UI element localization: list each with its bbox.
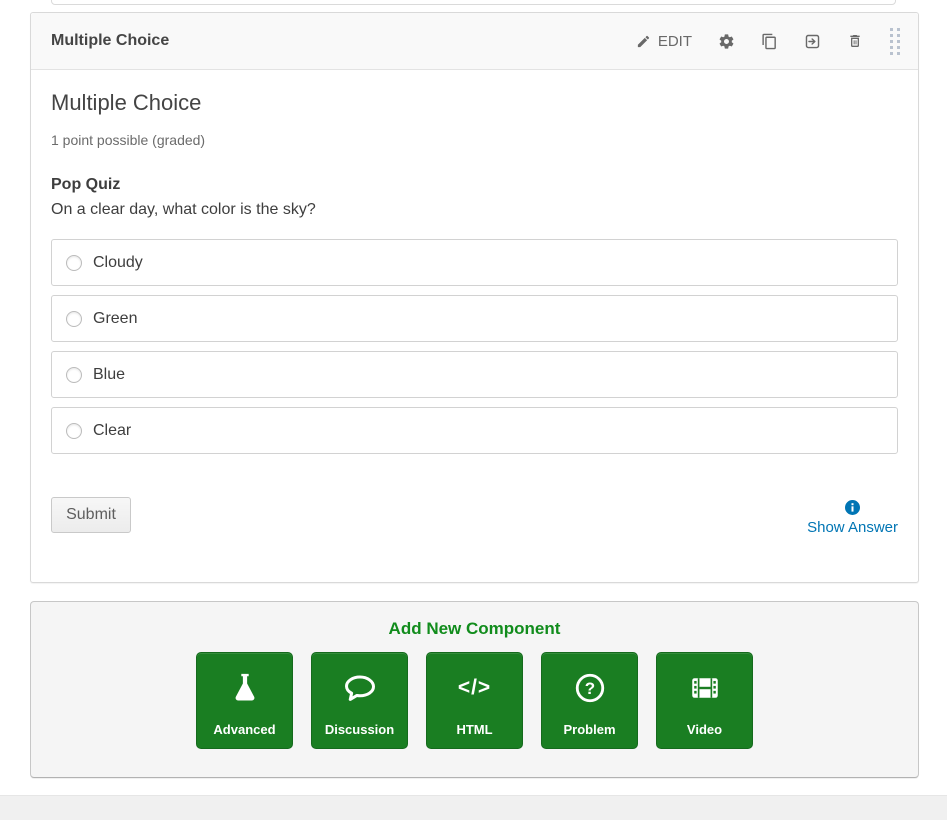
choice-list: Cloudy Green Blue Clear <box>51 239 898 454</box>
choice-option-blue[interactable]: Blue <box>51 351 898 398</box>
question-circle-icon: ? <box>542 653 637 722</box>
submit-row: Submit Show Answer <box>51 497 898 536</box>
add-component-title: Add New Component <box>31 619 918 639</box>
add-button-label: Problem <box>563 722 615 748</box>
edit-button[interactable]: EDIT <box>623 25 705 58</box>
duplicate-icon <box>761 33 778 50</box>
choice-label: Clear <box>93 422 131 440</box>
points-text: 1 point possible (graded) <box>51 131 898 149</box>
add-button-label: Advanced <box>213 722 275 748</box>
show-answer[interactable]: Show Answer <box>807 500 898 536</box>
choice-label: Blue <box>93 366 125 384</box>
add-component-buttons: Advanced Discussion </> HTML ? Problem V… <box>31 652 918 749</box>
move-button[interactable] <box>791 25 834 58</box>
component-title: Multiple Choice <box>51 32 623 50</box>
add-html-button[interactable]: </> HTML <box>426 652 523 749</box>
add-component-panel: Add New Component Advanced Discussion </… <box>30 601 919 778</box>
add-button-label: Discussion <box>325 722 394 748</box>
add-video-button[interactable]: Video <box>656 652 753 749</box>
add-button-label: HTML <box>456 722 492 748</box>
speech-bubble-icon <box>312 653 407 722</box>
add-discussion-button[interactable]: Discussion <box>311 652 408 749</box>
submit-button[interactable]: Submit <box>51 497 131 533</box>
previous-component-edge <box>51 0 896 5</box>
choice-label: Cloudy <box>93 254 143 272</box>
duplicate-button[interactable] <box>748 25 791 58</box>
add-advanced-button[interactable]: Advanced <box>196 652 293 749</box>
code-icon: </> <box>427 653 522 722</box>
pencil-icon <box>636 34 651 49</box>
choice-option-green[interactable]: Green <box>51 295 898 342</box>
flask-icon <box>197 653 292 722</box>
add-button-label: Video <box>687 722 722 748</box>
edit-button-label: EDIT <box>658 33 692 50</box>
component-actions: EDIT <box>623 22 910 61</box>
show-answer-label: Show Answer <box>807 519 898 536</box>
component-header: Multiple Choice EDIT <box>31 13 918 70</box>
page-footer-strip <box>0 795 947 820</box>
info-icon <box>845 500 860 515</box>
radio-button[interactable] <box>66 423 82 439</box>
gear-icon <box>718 33 735 50</box>
move-icon <box>804 33 821 50</box>
settings-button[interactable] <box>705 25 748 58</box>
choice-option-clear[interactable]: Clear <box>51 407 898 454</box>
trash-icon <box>847 33 863 49</box>
choice-option-cloudy[interactable]: Cloudy <box>51 239 898 286</box>
svg-text:?: ? <box>584 678 594 697</box>
component-card: Multiple Choice EDIT <box>30 12 919 583</box>
problem-preview: Multiple Choice 1 point possible (graded… <box>31 90 918 536</box>
radio-button[interactable] <box>66 311 82 327</box>
film-icon <box>657 653 752 722</box>
choice-label: Green <box>93 310 137 328</box>
radio-button[interactable] <box>66 255 82 271</box>
question-title: Pop Quiz <box>51 174 898 195</box>
radio-button[interactable] <box>66 367 82 383</box>
problem-heading: Multiple Choice <box>51 90 898 116</box>
delete-button[interactable] <box>834 25 876 57</box>
add-problem-button[interactable]: ? Problem <box>541 652 638 749</box>
drag-handle-icon[interactable] <box>884 22 910 61</box>
question-text: On a clear day, what color is the sky? <box>51 199 898 220</box>
